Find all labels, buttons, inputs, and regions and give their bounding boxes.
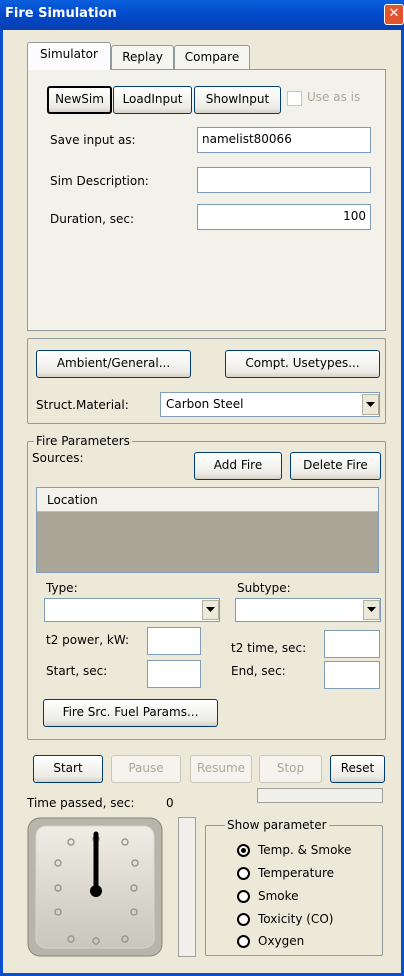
time-passed-label: Time passed, sec: — [27, 796, 135, 810]
add-fire-button[interactable]: Add Fire — [194, 452, 282, 480]
pause-button[interactable]: Pause — [111, 755, 181, 783]
duration-label: Duration, sec: — [50, 212, 135, 226]
option-temperature[interactable]: Temperature — [258, 866, 334, 880]
save-input-field[interactable]: namelist80066 — [197, 127, 371, 153]
start-sec-label: Start, sec: — [46, 664, 108, 678]
use-as-is-label: Use as is — [307, 90, 361, 104]
show-input-button[interactable]: ShowInput — [194, 86, 281, 114]
compt-usetypes-button[interactable]: Compt. Usetypes... — [225, 350, 380, 378]
end-sec-field[interactable] — [324, 661, 380, 689]
new-sim-button[interactable]: NewSim — [47, 86, 112, 114]
sim-description-field[interactable] — [197, 167, 371, 193]
fire-parameters-title: Fire Parameters — [34, 434, 132, 448]
subtype-label: Subtype: — [237, 581, 291, 595]
radio-temp-smoke[interactable] — [237, 844, 250, 857]
type-select[interactable] — [44, 598, 220, 622]
chevron-down-icon[interactable] — [363, 600, 380, 620]
duration-field[interactable]: 100 — [197, 204, 371, 230]
use-as-is-checkbox[interactable] — [287, 91, 302, 106]
radio-toxicity[interactable] — [237, 913, 250, 926]
chevron-down-icon[interactable] — [362, 394, 379, 415]
radio-oxygen[interactable] — [237, 935, 250, 948]
ambient-general-button[interactable]: Ambient/General... — [36, 350, 191, 378]
close-icon: ✕ — [388, 6, 400, 21]
load-input-button[interactable]: LoadInput — [113, 86, 192, 114]
fire-src-fuel-params-button[interactable]: Fire Src. Fuel Params... — [43, 699, 218, 727]
tab-replay[interactable]: Replay — [111, 45, 174, 69]
time-passed-value: 0 — [166, 796, 174, 810]
start-sec-field[interactable] — [147, 660, 201, 688]
stop-button[interactable]: Stop — [259, 755, 322, 783]
type-label: Type: — [46, 581, 78, 595]
t2-power-field[interactable] — [147, 627, 201, 655]
t2-time-label: t2 time, sec: — [231, 641, 307, 655]
level-bar — [178, 817, 196, 957]
tab-compare[interactable]: Compare — [174, 45, 250, 69]
close-button[interactable]: ✕ — [384, 4, 404, 25]
t2-power-label: t2 power, kW: — [46, 633, 130, 647]
window-title: Fire Simulation — [5, 6, 117, 21]
t2-time-field[interactable] — [324, 630, 380, 658]
radio-smoke[interactable] — [237, 890, 250, 903]
fire-parameters-group — [27, 441, 386, 740]
option-oxygen[interactable]: Oxygen — [258, 934, 304, 948]
progress-bar — [257, 788, 383, 803]
start-button[interactable]: Start — [33, 755, 103, 783]
sources-label: Sources: — [32, 451, 84, 465]
sim-description-label: Sim Description: — [50, 174, 149, 188]
tab-simulator[interactable]: Simulator — [27, 42, 111, 70]
option-temp-smoke[interactable]: Temp. & Smoke — [258, 843, 351, 857]
location-column-header[interactable]: Location — [37, 488, 378, 512]
chevron-down-icon[interactable] — [202, 600, 219, 620]
delete-fire-button[interactable]: Delete Fire — [290, 452, 381, 480]
end-sec-label: End, sec: — [231, 664, 286, 678]
subtype-select[interactable] — [235, 598, 381, 622]
struct-material-select[interactable]: Carbon Steel — [160, 392, 380, 417]
clock-icon — [27, 817, 163, 957]
radio-temperature[interactable] — [237, 867, 250, 880]
resume-button[interactable]: Resume — [190, 755, 252, 783]
reset-button[interactable]: Reset — [330, 755, 385, 783]
struct-material-value: Carbon Steel — [166, 397, 244, 411]
struct-material-label: Struct.Material: — [36, 398, 129, 412]
show-parameter-title: Show parameter — [225, 818, 329, 832]
option-smoke[interactable]: Smoke — [258, 889, 299, 903]
option-toxicity[interactable]: Toxicity (CO) — [258, 912, 333, 926]
save-input-label: Save input as: — [50, 133, 136, 147]
